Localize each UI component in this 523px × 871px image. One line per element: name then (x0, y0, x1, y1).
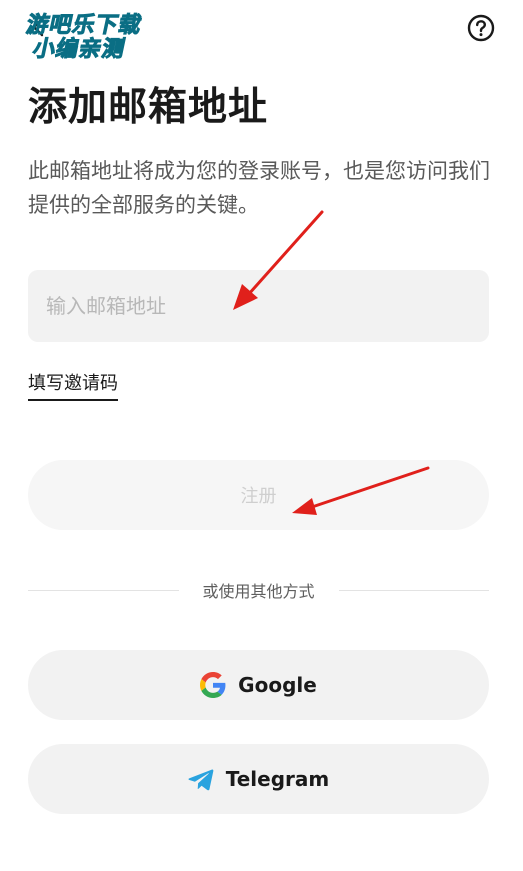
question-circle-icon[interactable] (467, 14, 495, 42)
google-button-label: Google (238, 673, 317, 697)
email-input[interactable] (28, 270, 489, 342)
page-title: 添加邮箱地址 (28, 85, 269, 130)
telegram-button-label: Telegram (225, 767, 330, 791)
watermark-line-2: 小编亲测 (30, 37, 128, 63)
telegram-login-button[interactable]: Telegram (28, 744, 489, 814)
telegram-icon (188, 769, 214, 791)
divider-text: 或使用其他方式 (202, 582, 315, 601)
invite-code-link[interactable]: 填写邀请码 (28, 372, 118, 401)
watermark-line-1: 游吧乐下载 (24, 13, 145, 39)
page: 游吧乐下载 小编亲测 添加邮箱地址 此邮箱地址将成为您的登录账号，也是您访问我们… (0, 0, 523, 871)
google-login-button[interactable]: Google (28, 650, 489, 720)
divider-line-right (338, 589, 490, 591)
page-subtitle: 此邮箱地址将成为您的登录账号，也是您访问我们提供的全部服务的关键。 (28, 159, 490, 217)
watermark: 游吧乐下载 小编亲测 (9, 13, 154, 63)
divider-line-left (28, 589, 179, 591)
divider: 或使用其他方式 (28, 578, 490, 602)
register-button[interactable]: 注册 (28, 460, 489, 530)
google-icon (200, 672, 226, 698)
